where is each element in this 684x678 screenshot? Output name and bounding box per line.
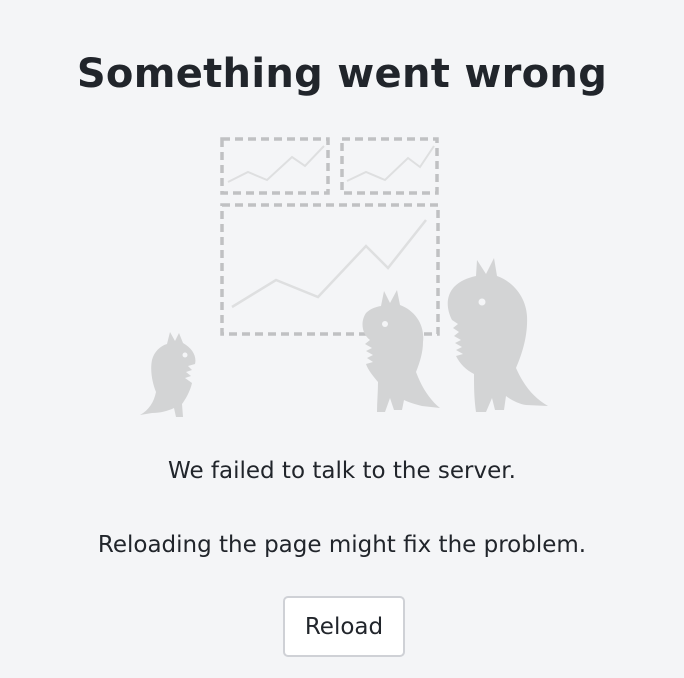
small-monster-icon [140, 332, 196, 417]
reload-button[interactable]: Reload [283, 596, 405, 657]
error-title: Something went wrong [76, 51, 608, 97]
error-hint: Reloading the page might fix the problem… [97, 532, 587, 558]
error-message: We failed to talk to the server. [168, 458, 516, 484]
large-monster-icon [447, 258, 548, 412]
small-chart-right-icon [340, 137, 439, 195]
small-chart-left-icon [220, 137, 330, 195]
middle-monster-icon [362, 290, 440, 412]
monsters-charts-illustration [140, 137, 548, 417]
error-page: Something went wrong We failed to talk t… [0, 0, 684, 678]
